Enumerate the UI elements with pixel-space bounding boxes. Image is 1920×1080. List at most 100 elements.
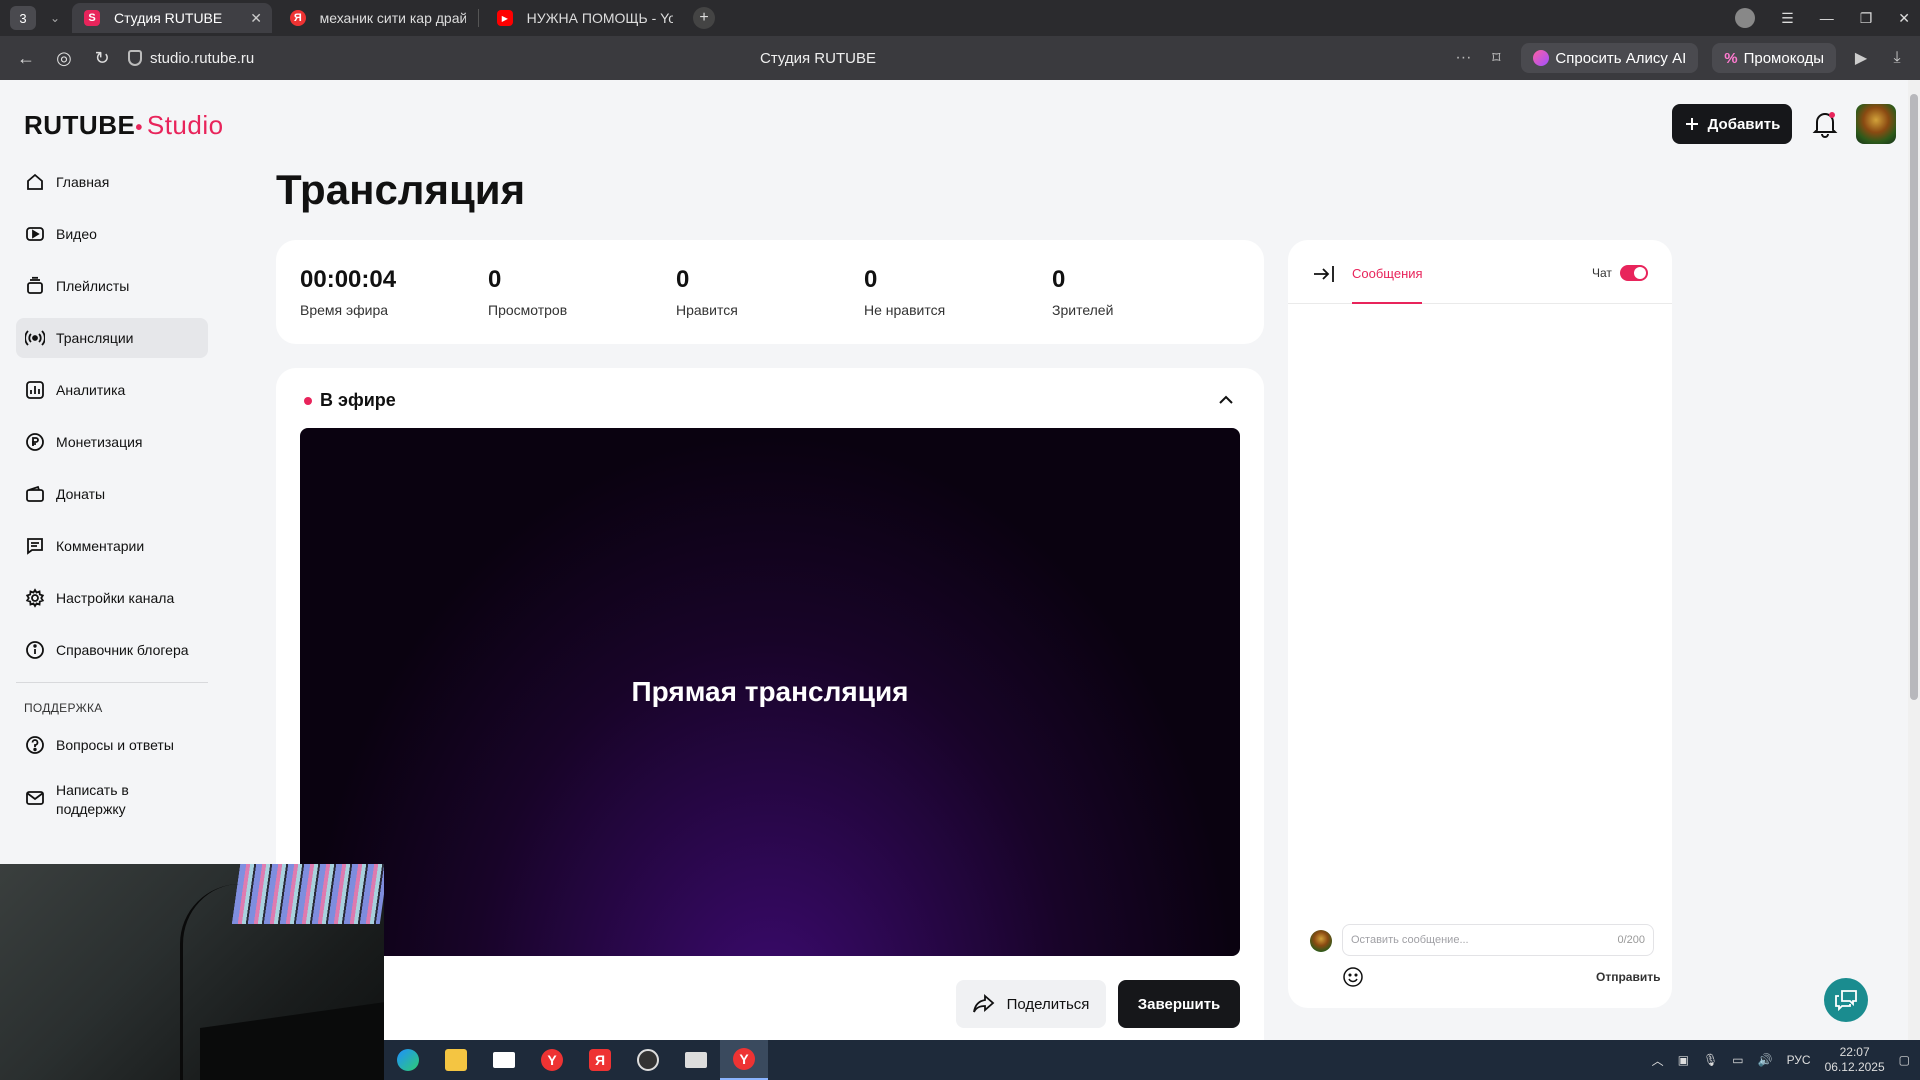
url-field[interactable]: studio.rutube.ru bbox=[128, 50, 254, 67]
sidebar-item-label: Настройки канала bbox=[56, 590, 175, 606]
sidebar-item-channel-settings[interactable]: Настройки канала bbox=[16, 578, 208, 618]
chat-message-input[interactable] bbox=[1351, 934, 1591, 946]
page-scrollbar[interactable] bbox=[1908, 80, 1920, 1040]
reload-icon[interactable]: ↻ bbox=[86, 42, 118, 74]
download-icon[interactable]: ⤓ bbox=[1886, 49, 1908, 67]
logo-main-text: RUTUBE bbox=[24, 110, 136, 140]
chat-message-field[interactable]: 0/200 bbox=[1342, 924, 1654, 956]
promo-label: Промокоды bbox=[1743, 49, 1824, 67]
yandex-favicon-icon: Я bbox=[290, 10, 306, 26]
sidebar-item-home[interactable]: Главная bbox=[16, 162, 208, 202]
yandex-browser-taskbar-icon[interactable]: Y bbox=[528, 1040, 576, 1080]
browser-addressbar: ← ◎ ↻ studio.rutube.ru Студия RUTUBE ···… bbox=[0, 36, 1920, 80]
char-counter: 0/200 bbox=[1617, 934, 1645, 946]
tab-count-button[interactable]: 3 bbox=[10, 6, 36, 30]
ask-alisa-label: Спросить Алису AI bbox=[1555, 49, 1687, 67]
volume-icon[interactable]: 🔊 bbox=[1758, 1053, 1773, 1067]
sidebar-item-blogger-guide[interactable]: Справочник блогера bbox=[16, 630, 208, 670]
live-status-label: В эфире bbox=[320, 390, 396, 410]
sidebar-item-label: Плейлисты bbox=[56, 278, 130, 294]
back-arrow-icon[interactable]: ← bbox=[10, 42, 42, 74]
window-close-icon[interactable]: ✕ bbox=[1898, 10, 1910, 27]
minimize-icon[interactable]: — bbox=[1820, 10, 1834, 26]
explorer-taskbar-icon[interactable] bbox=[432, 1040, 480, 1080]
browser-tab-youtube[interactable]: ▶ НУЖНА ПОМОЩЬ - YouT bbox=[485, 3, 685, 33]
tray-chevron-icon[interactable]: ︿ bbox=[1652, 1052, 1664, 1069]
stat-airtime: 00:00:04 Время эфира bbox=[300, 266, 396, 318]
wallet-icon bbox=[24, 483, 46, 505]
clock[interactable]: 22:07 06.12.2025 bbox=[1825, 1045, 1885, 1075]
tab-label: Студия RUTUBE bbox=[114, 10, 223, 26]
collapse-panel-icon[interactable] bbox=[1312, 264, 1336, 284]
add-button[interactable]: Добавить bbox=[1672, 104, 1792, 144]
percent-icon: % bbox=[1724, 49, 1738, 67]
profile-avatar-icon[interactable] bbox=[1735, 8, 1756, 28]
send-button[interactable]: Отправить bbox=[1596, 970, 1660, 984]
browser-tab-studio[interactable]: S Студия RUTUBE ✕ bbox=[72, 3, 272, 33]
sidebar-item-donations[interactable]: Донаты bbox=[16, 474, 208, 514]
sidebar-item-label: Справочник блогера bbox=[56, 642, 189, 658]
emoji-icon[interactable] bbox=[1342, 966, 1364, 988]
stats-card: 00:00:04 Время эфира 0 Просмотров 0 Нрав… bbox=[276, 240, 1264, 344]
sidebar-item-comments[interactable]: Комментарии bbox=[16, 526, 208, 566]
chevron-down-icon[interactable]: ⌄ bbox=[44, 11, 66, 25]
sidebar-nav: Главная Видео Плейлисты Трансляции Анали… bbox=[16, 162, 208, 837]
yandex-taskbar-icon[interactable]: Я bbox=[576, 1040, 624, 1080]
restore-icon[interactable]: ❐ bbox=[1860, 10, 1873, 27]
chat-panel: Сообщения Чат 0/200 Отправить bbox=[1288, 240, 1672, 1008]
logo-dot: • bbox=[135, 117, 143, 139]
webcam-overlay bbox=[0, 864, 384, 1080]
chevron-up-icon[interactable] bbox=[1216, 390, 1236, 410]
sidebar-item-label: Вопросы и ответы bbox=[56, 737, 174, 753]
bookmark-icon[interactable]: ⌑ bbox=[1485, 48, 1507, 68]
network-icon[interactable]: ▭ bbox=[1732, 1053, 1743, 1067]
sidebar-item-broadcasts[interactable]: Трансляции bbox=[16, 318, 208, 358]
microphone-icon[interactable]: 🎙 bbox=[1703, 1053, 1718, 1067]
ask-alisa-button[interactable]: Спросить Алису AI bbox=[1521, 43, 1699, 73]
sidebar-item-faq[interactable]: Вопросы и ответы bbox=[16, 725, 208, 765]
sidebar-item-label: Донаты bbox=[56, 486, 106, 502]
youtube-favicon-icon: ▶ bbox=[497, 10, 513, 26]
tray-app-icon[interactable]: ▣ bbox=[1678, 1053, 1689, 1067]
stat-label: Просмотров bbox=[488, 302, 568, 318]
bell-icon[interactable] bbox=[1812, 110, 1838, 138]
sidebar-item-playlists[interactable]: Плейлисты bbox=[16, 266, 208, 306]
promo-button[interactable]: % Промокоды bbox=[1712, 43, 1836, 73]
yandex-active-taskbar-icon[interactable]: Y bbox=[720, 1040, 768, 1080]
chat-toggle[interactable] bbox=[1620, 265, 1648, 281]
live-status: В эфире bbox=[304, 390, 396, 411]
support-chat-button[interactable] bbox=[1824, 978, 1868, 1022]
tab-label: НУЖНА ПОМОЩЬ - YouT bbox=[526, 10, 673, 26]
sidebar-item-label: Написать в поддержку bbox=[56, 782, 129, 817]
browser-tab-search[interactable]: Я механик сити кар драйв bbox=[278, 3, 478, 33]
media-icon[interactable]: ▶ bbox=[1850, 48, 1872, 68]
new-tab-plus-icon[interactable]: + bbox=[693, 7, 715, 29]
sidebar-item-contact-support[interactable]: Написать в поддержку bbox=[16, 777, 208, 825]
share-button[interactable]: Поделиться bbox=[956, 980, 1106, 1028]
obs-taskbar-icon[interactable] bbox=[624, 1040, 672, 1080]
window-taskbar-icon[interactable] bbox=[672, 1040, 720, 1080]
stat-value: 0 bbox=[488, 266, 502, 293]
avatar[interactable] bbox=[1856, 104, 1896, 144]
end-broadcast-button[interactable]: Завершить bbox=[1118, 980, 1240, 1028]
close-icon[interactable]: ✕ bbox=[250, 10, 262, 27]
language-indicator[interactable]: РУС bbox=[1787, 1053, 1811, 1067]
scrollbar-thumb[interactable] bbox=[1910, 94, 1918, 700]
info-icon bbox=[24, 639, 46, 661]
sidebar-item-video[interactable]: Видео bbox=[16, 214, 208, 254]
tab-messages[interactable]: Сообщения bbox=[1352, 266, 1423, 281]
reader-mode-icon[interactable]: ◎ bbox=[48, 42, 80, 74]
menu-hamburger-icon[interactable]: ☰ bbox=[1781, 10, 1794, 27]
sidebar-item-analytics[interactable]: Аналитика bbox=[16, 370, 208, 410]
notifications-icon[interactable]: ▢ bbox=[1899, 1053, 1910, 1067]
clock-date: 06.12.2025 bbox=[1824, 1060, 1885, 1074]
edge-taskbar-icon[interactable] bbox=[384, 1040, 432, 1080]
rutube-studio-logo[interactable]: RUTUBE • Studio bbox=[24, 110, 224, 141]
mail-taskbar-icon[interactable] bbox=[480, 1040, 528, 1080]
sidebar-divider bbox=[16, 682, 208, 683]
sidebar-item-monetization[interactable]: Монетизация bbox=[16, 422, 208, 462]
sidebar-item-label: Видео bbox=[56, 226, 97, 242]
live-video-preview[interactable]: Прямая трансляция bbox=[300, 428, 1240, 956]
more-dots-icon[interactable]: ··· bbox=[1455, 49, 1471, 67]
chat-bubbles-icon bbox=[1835, 990, 1857, 1011]
